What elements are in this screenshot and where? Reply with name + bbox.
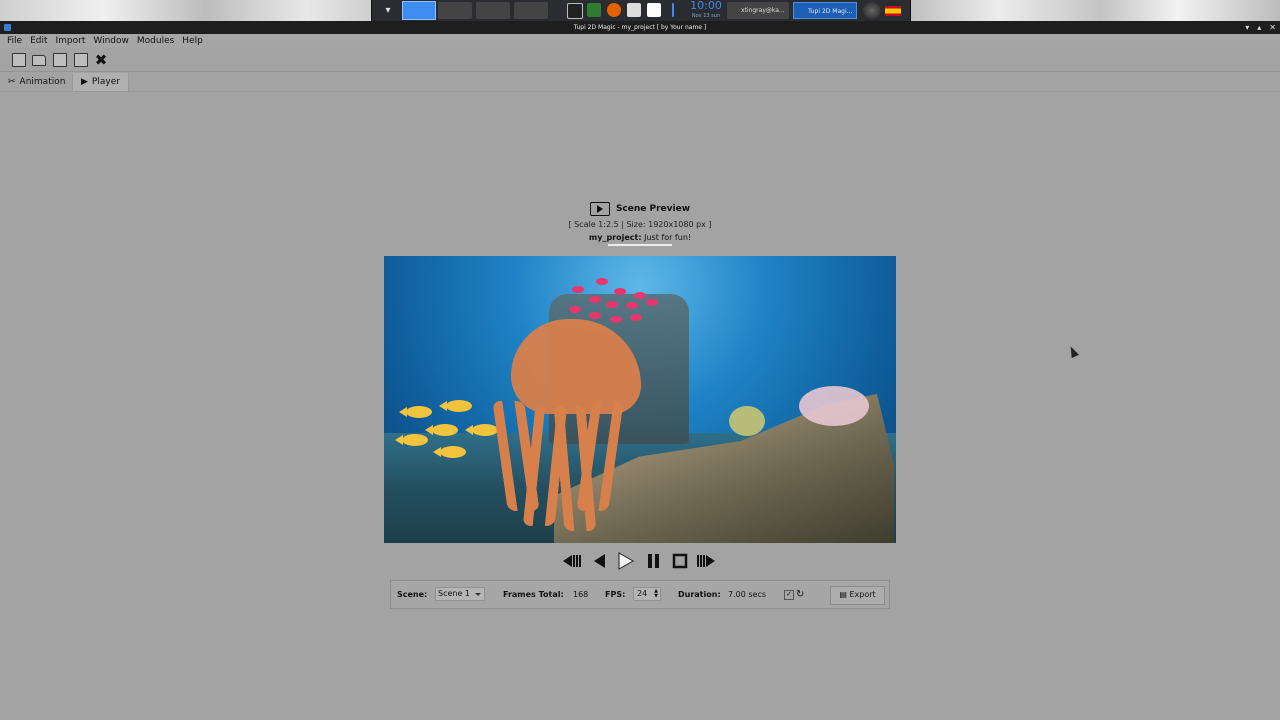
- project-name: my_project:: [588, 233, 642, 242]
- play-backward-icon[interactable]: [589, 551, 611, 571]
- pink-fish: [596, 278, 608, 285]
- workspace-3[interactable]: [476, 2, 510, 19]
- window-titlebar: Tupi 2D Magic - my_project [ by Your nam…: [0, 21, 1280, 34]
- stop-icon[interactable]: [669, 551, 691, 571]
- mode-tabbar: ✂ Animation ▶ Player: [0, 73, 1280, 92]
- open-folder-icon[interactable]: [32, 55, 46, 66]
- loop-checkbox[interactable]: ✓: [784, 590, 794, 600]
- frames-total-value: 168: [573, 590, 589, 599]
- export-button[interactable]: ▤ Export: [830, 586, 885, 605]
- document-icon[interactable]: [647, 3, 661, 17]
- workspace-1[interactable]: [402, 1, 436, 20]
- mouse-cursor-icon: [1067, 344, 1079, 359]
- pink-fish: [589, 312, 601, 319]
- project-description: Just for fun!: [644, 233, 692, 242]
- export-label: Export: [849, 590, 876, 599]
- last-frame-icon[interactable]: [694, 551, 716, 571]
- yellow-fish: [425, 424, 458, 436]
- loop-icon: ↻: [796, 589, 805, 600]
- scene-preview-heading: Scene Preview: [540, 200, 740, 218]
- menu-file[interactable]: File: [3, 34, 26, 48]
- preview-header: Scene Preview [ Scale 1:2.5 | Size: 1920…: [540, 200, 740, 246]
- yellow-fish: [433, 446, 466, 458]
- yellow-fish: [439, 400, 472, 412]
- minimize-button[interactable]: ▾: [1245, 21, 1249, 34]
- yellow-fish: [395, 434, 428, 446]
- tab-player[interactable]: ▶ Player: [72, 73, 129, 91]
- scene-selector-value: Scene 1: [438, 589, 471, 598]
- taskbar-menu-icon[interactable]: ▾: [378, 2, 398, 19]
- spin-arrows-icon[interactable]: ▲ ▼: [654, 589, 658, 599]
- scene-label: Scene:: [397, 590, 428, 599]
- menu-import[interactable]: Import: [52, 34, 90, 48]
- export-icon: ▤: [839, 590, 847, 599]
- maximize-button[interactable]: ▴: [1257, 21, 1261, 34]
- duration-value: 7.00 secs: [728, 590, 767, 599]
- clock[interactable]: 10:00 Nov 13 sun: [688, 0, 724, 21]
- playback-controls: [560, 549, 720, 573]
- tab-animation-label: Animation: [19, 77, 66, 87]
- files-icon[interactable]: [627, 3, 641, 17]
- taskbar-task-terminal[interactable]: xtingray@ka...: [727, 2, 789, 19]
- system-taskbar: ▾ 10:00 Nov 13 sun xtingray@ka... Tupi 2D…: [371, 0, 911, 21]
- preview-progress-line: [608, 244, 672, 246]
- menu-edit[interactable]: Edit: [26, 34, 51, 48]
- menu-window[interactable]: Window: [89, 34, 133, 48]
- tab-player-label: Player: [91, 77, 120, 87]
- chevron-down-icon: [475, 593, 481, 596]
- app-icon: [4, 24, 11, 31]
- pause-icon[interactable]: [643, 551, 665, 571]
- play-icon: ▶: [81, 77, 88, 87]
- pink-fish: [646, 299, 658, 306]
- frames-total-label: Frames Total:: [503, 590, 564, 599]
- save-as-icon[interactable]: [74, 53, 88, 67]
- menubar: File Edit Import Window Modules Help: [0, 34, 1280, 48]
- close-window-button[interactable]: ✕: [1269, 21, 1276, 34]
- tab-animation[interactable]: ✂ Animation: [8, 73, 65, 91]
- menu-modules[interactable]: Modules: [133, 34, 178, 48]
- animation-icon: ✂: [8, 77, 16, 87]
- fps-label: FPS:: [605, 590, 626, 599]
- separator-icon: [672, 3, 674, 17]
- pink-fish: [630, 314, 642, 321]
- play-icon[interactable]: [614, 551, 636, 571]
- scene-canvas[interactable]: [384, 256, 896, 543]
- fps-stepper[interactable]: 24 ▲ ▼: [633, 587, 661, 601]
- taskbar-task-tupi[interactable]: Tupi 2D Magi...: [793, 2, 857, 19]
- keyboard-layout-flag-icon[interactable]: [885, 6, 901, 16]
- fps-value: 24: [637, 589, 648, 598]
- pink-coral: [799, 386, 869, 426]
- yellow-coral: [729, 406, 765, 436]
- duration-label: Duration:: [678, 590, 721, 599]
- video-clapper-icon: [589, 202, 610, 216]
- workspace-2[interactable]: [438, 2, 472, 19]
- terminal-icon[interactable]: [567, 3, 583, 19]
- first-frame-icon[interactable]: [562, 551, 584, 571]
- close-project-icon[interactable]: ✖: [94, 53, 108, 68]
- new-project-icon[interactable]: [12, 53, 26, 67]
- menu-help[interactable]: Help: [178, 34, 207, 48]
- workspace-4[interactable]: [514, 2, 548, 19]
- yellow-fish: [465, 424, 498, 436]
- pink-fish: [572, 286, 584, 293]
- pink-fish: [634, 292, 646, 299]
- project-line: my_project: Just for fun!: [540, 233, 740, 242]
- scene-selector[interactable]: Scene 1: [435, 587, 485, 601]
- pink-fish: [589, 296, 601, 303]
- firefox-icon[interactable]: [607, 3, 621, 17]
- window-title: Tupi 2D Magic - my_project [ by Your nam…: [573, 24, 707, 31]
- pink-fish: [606, 301, 618, 308]
- scale-info: [ Scale 1:2.5 | Size: 1920x1080 px ]: [568, 220, 712, 229]
- pink-fish: [614, 288, 626, 295]
- volume-icon[interactable]: [863, 2, 881, 19]
- pink-fish: [610, 316, 622, 323]
- system-monitor-icon[interactable]: [587, 3, 601, 17]
- yellow-fish: [399, 406, 432, 418]
- scene-preview-title: Scene Preview: [615, 204, 691, 214]
- pink-fish: [569, 306, 581, 313]
- save-icon[interactable]: [53, 53, 67, 67]
- pink-fish: [626, 302, 638, 309]
- main-toolbar: ✖: [0, 49, 1280, 72]
- player-statusbar: Scene: Scene 1 Frames Total: 168 FPS: 24…: [390, 580, 890, 609]
